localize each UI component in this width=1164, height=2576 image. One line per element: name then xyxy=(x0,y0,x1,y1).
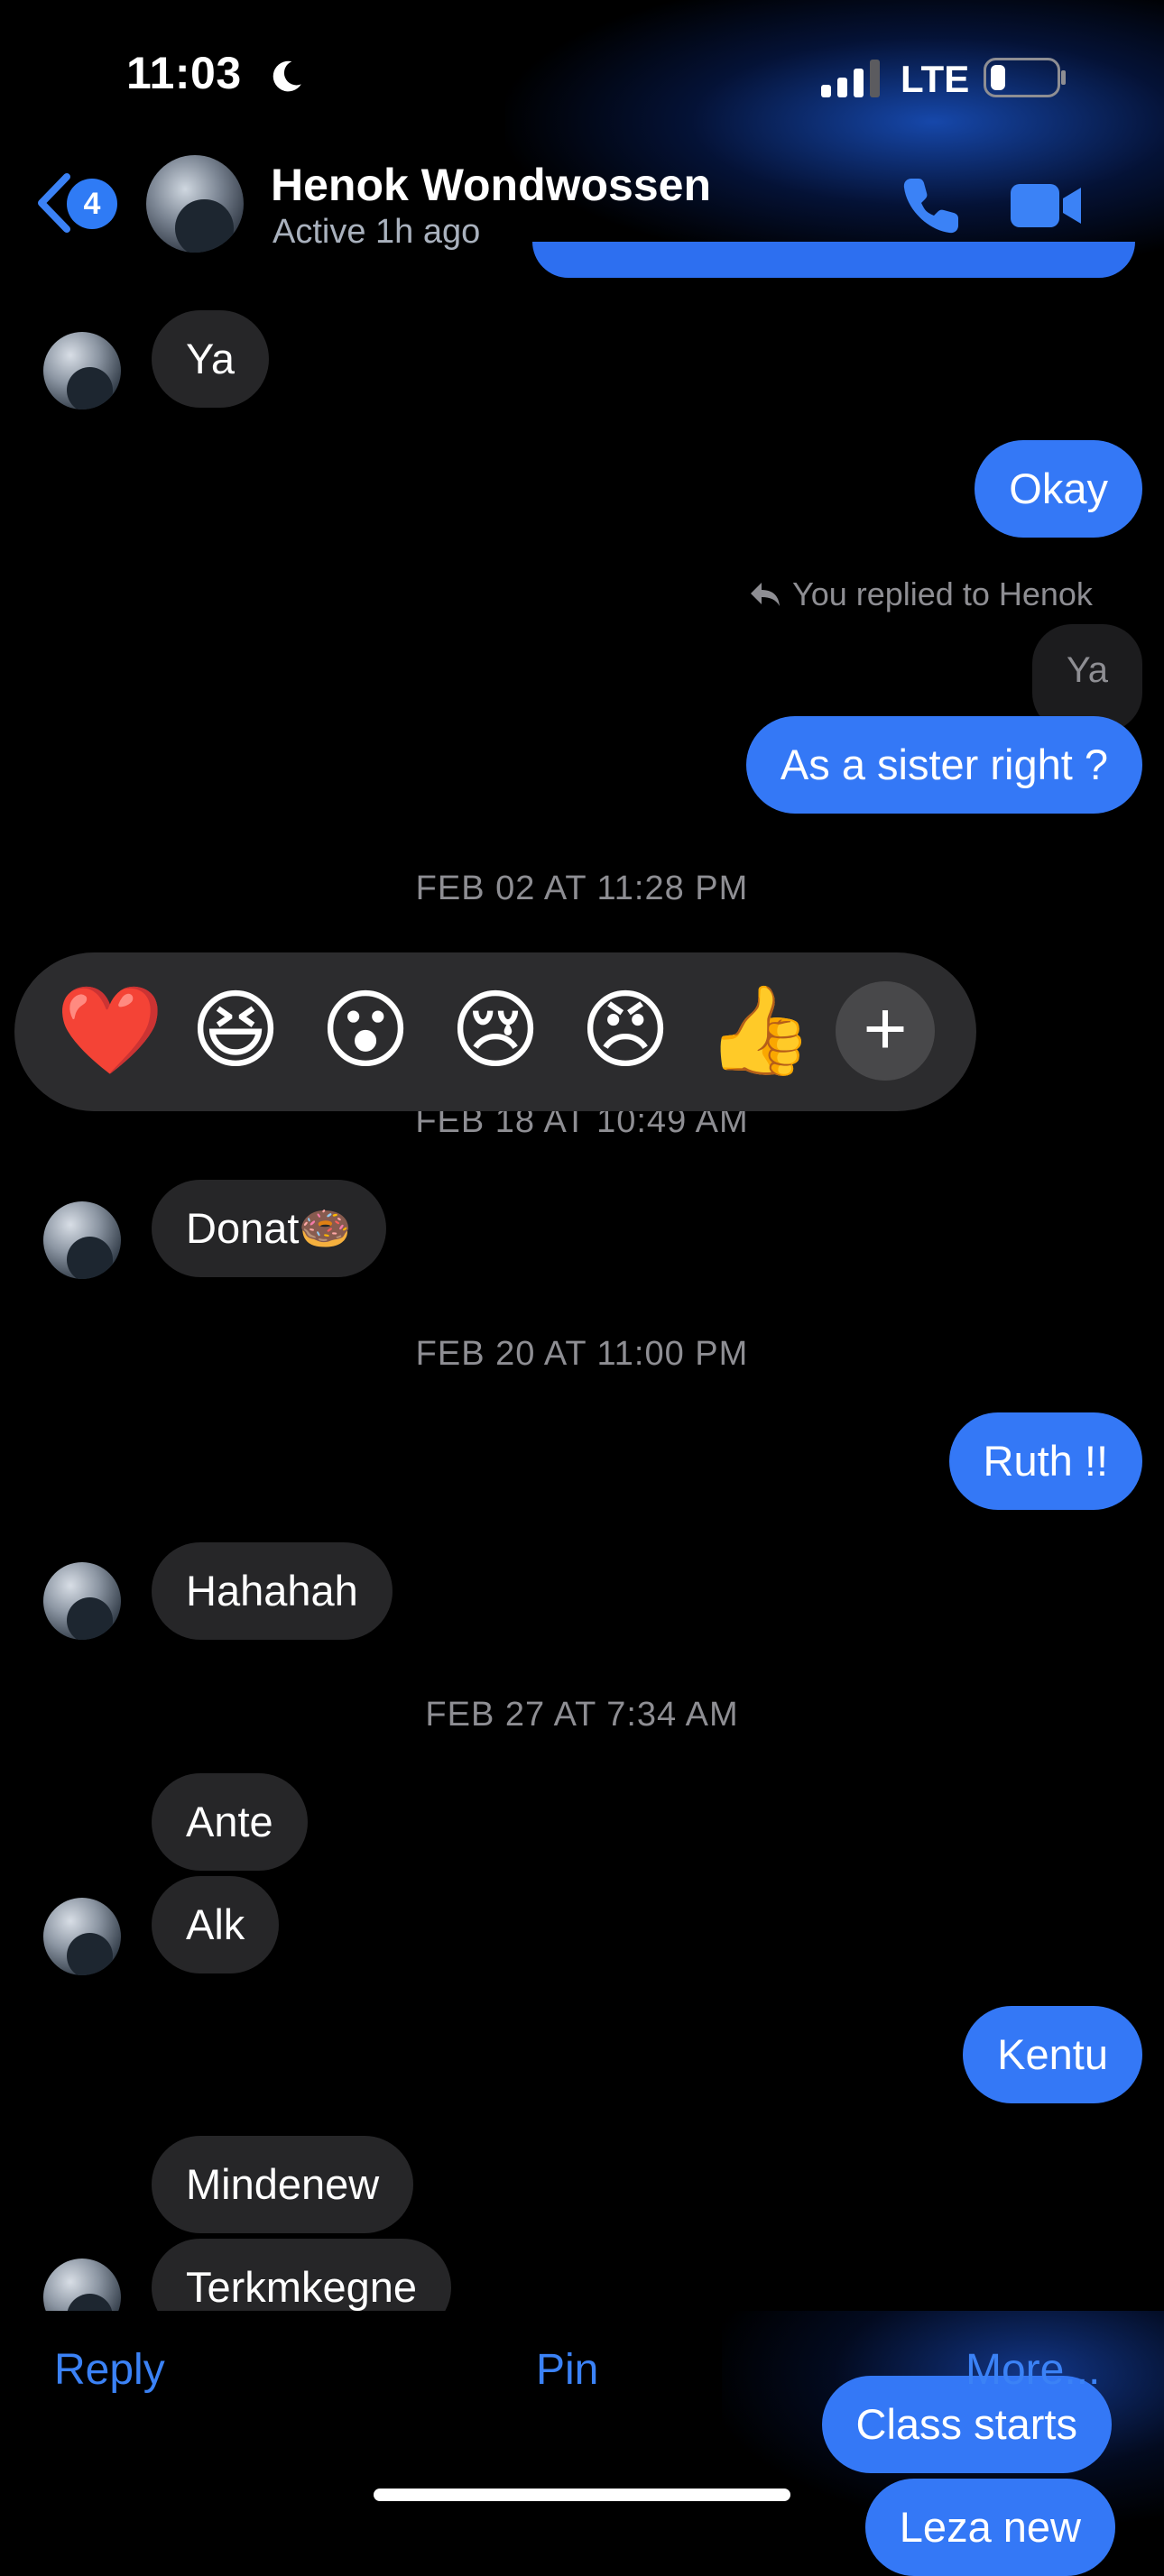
add-reaction-button[interactable]: + xyxy=(836,981,935,1081)
reaction-angry-icon[interactable]: 😠 xyxy=(576,981,675,1081)
network-label: LTE xyxy=(901,58,970,100)
signal-icon xyxy=(821,60,880,97)
message-bubble-incoming[interactable]: Ante xyxy=(152,1773,308,1871)
timestamp: FEB 27 AT 7:34 AM xyxy=(425,1696,739,1734)
reply-arrow-icon xyxy=(751,583,780,606)
phone-call-icon[interactable] xyxy=(899,173,964,238)
battery-icon xyxy=(984,58,1066,97)
video-call-icon[interactable] xyxy=(1011,180,1083,231)
message-bubble-outgoing[interactable]: Ruth !! xyxy=(948,1412,1142,1510)
partial-outgoing-bubble[interactable] xyxy=(532,242,1135,278)
message-bubble-incoming[interactable]: Mindenew xyxy=(152,2136,414,2233)
behind-outgoing-bubble: Leza new xyxy=(864,2479,1115,2576)
moon-icon xyxy=(273,60,301,92)
reaction-thumbs-up-icon[interactable]: 👍 xyxy=(706,981,814,1081)
reply-action[interactable]: Reply xyxy=(54,2345,165,2395)
message-bubble-incoming[interactable]: Ya xyxy=(152,310,269,408)
message-bubble-incoming[interactable]: Donat🍩 xyxy=(152,1180,386,1277)
message-bubble-incoming[interactable]: Hahahah xyxy=(152,1542,393,1640)
contact-name[interactable]: Henok Wondwossen xyxy=(271,159,711,211)
active-status: Active 1h ago xyxy=(273,213,481,251)
message-bubble-outgoing[interactable]: Okay xyxy=(975,440,1142,538)
timestamp: FEB 20 AT 11:00 PM xyxy=(415,1335,749,1373)
unread-badge[interactable]: 4 xyxy=(67,179,117,229)
sender-avatar[interactable] xyxy=(43,1562,121,1640)
sender-avatar[interactable] xyxy=(43,1201,121,1279)
pin-action[interactable]: Pin xyxy=(536,2345,598,2395)
message-bubble-incoming[interactable]: Alk xyxy=(152,1876,280,1973)
status-time: 11:03 xyxy=(126,48,242,98)
message-bubble-outgoing[interactable]: As a sister right ? xyxy=(745,716,1142,814)
reaction-sad-icon[interactable]: 😢 xyxy=(446,981,545,1081)
reaction-laugh-icon[interactable]: 😆 xyxy=(186,981,285,1081)
replied-to-label: You replied to Henok xyxy=(792,575,1093,612)
more-action[interactable]: More... xyxy=(965,2345,1100,2395)
reaction-heart-icon[interactable]: ❤️ xyxy=(56,981,164,1081)
message-bubble-outgoing[interactable]: Kentu xyxy=(963,2006,1142,2103)
home-indicator[interactable] xyxy=(374,2489,790,2501)
timestamp: FEB 02 AT 11:28 PM xyxy=(415,869,749,907)
sender-avatar[interactable] xyxy=(43,1898,121,1975)
sender-avatar[interactable] xyxy=(43,332,121,409)
contact-avatar[interactable] xyxy=(146,155,244,253)
reaction-wow-icon[interactable]: 😮 xyxy=(316,981,415,1081)
